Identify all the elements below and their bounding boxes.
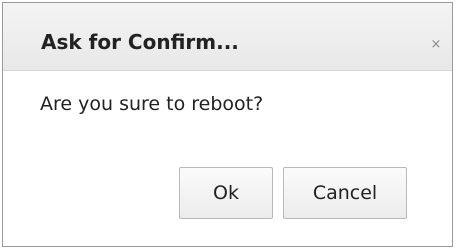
cancel-button[interactable]: Cancel — [283, 167, 407, 219]
dialog-titlebar: Ask for Confirm... × — [3, 3, 452, 71]
close-icon[interactable]: × — [429, 38, 443, 52]
confirm-dialog: Ask for Confirm... × Are you sure to reb… — [2, 2, 453, 247]
ok-button[interactable]: Ok — [179, 167, 273, 219]
dialog-message: Are you sure to reboot? — [40, 93, 264, 115]
dialog-title: Ask for Confirm... — [41, 30, 239, 54]
